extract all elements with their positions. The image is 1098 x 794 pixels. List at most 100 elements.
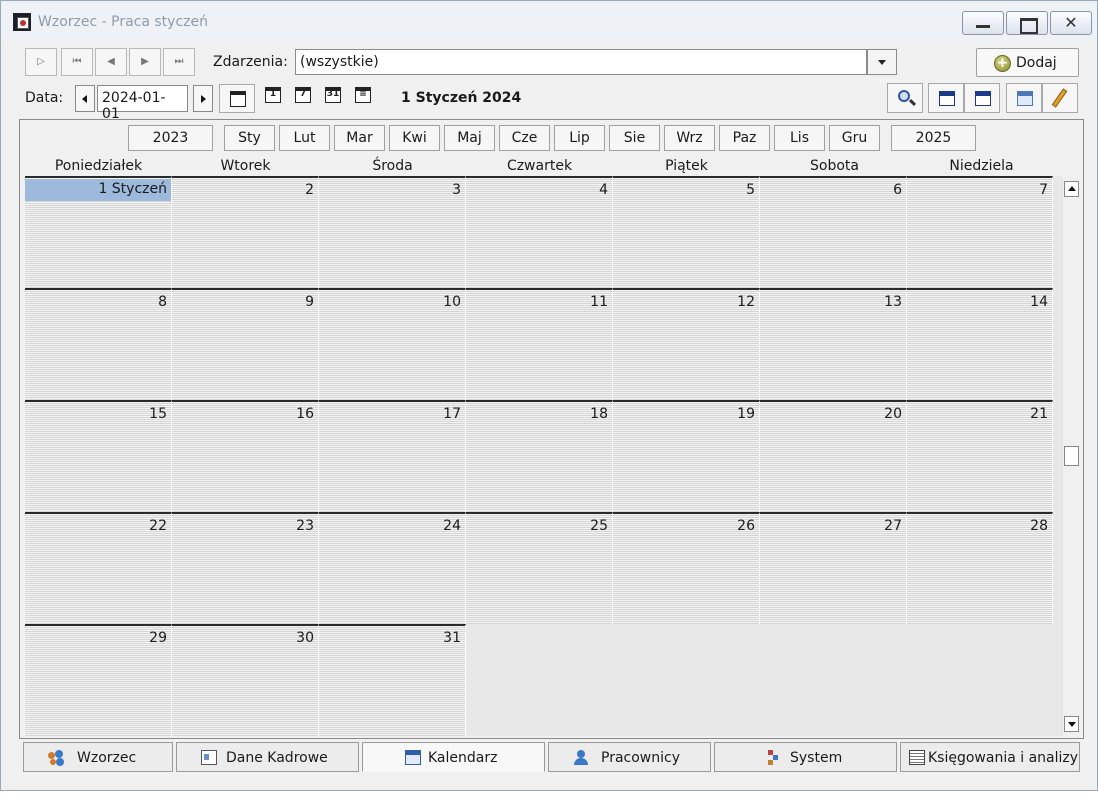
date-picker-button[interactable] [219, 84, 255, 113]
day-number: 15 [149, 406, 167, 422]
close-button[interactable]: ✕ [1050, 11, 1092, 35]
month-button-paz[interactable]: Paz [719, 125, 770, 151]
tab-wzorzec[interactable]: Wzorzec [23, 742, 173, 772]
day-cell[interactable]: 14 [907, 288, 1053, 400]
list-view-icon[interactable]: ≡ [355, 87, 371, 103]
month-button-cze[interactable]: Cze [499, 125, 550, 151]
day-cell[interactable]: 5 [613, 176, 760, 288]
scroll-up-button[interactable] [1064, 181, 1079, 197]
month-button-sty[interactable]: Sty [224, 125, 275, 151]
day-cell[interactable]: 11 [466, 288, 613, 400]
day-number: 23 [296, 518, 314, 534]
day-cell[interactable]: 12 [613, 288, 760, 400]
calendar-dark-button[interactable] [928, 83, 964, 113]
day-number: 28 [1030, 518, 1048, 534]
tab-ksiegowania[interactable]: Księgowania i analizy [900, 742, 1080, 772]
day-cell[interactable]: 31 [319, 624, 466, 736]
app-window: Wzorzec - Praca styczeń ✕ ▷ ⏮ ◀ ▶ ⏭ Zdar… [0, 0, 1098, 791]
day-cell[interactable]: 23 [172, 512, 319, 624]
date-input[interactable]: 2024-01-01 [97, 85, 188, 122]
day-number: 14 [1030, 294, 1048, 310]
tab-label: Kalendarz [428, 750, 498, 766]
scroll-thumb[interactable] [1064, 446, 1079, 466]
day-cell[interactable]: 15 [25, 400, 172, 512]
month-button-lip[interactable]: Lip [554, 125, 605, 151]
month-button-lut[interactable]: Lut [279, 125, 330, 151]
magnifier-icon [898, 90, 910, 102]
day-cell-selected[interactable]: 1 Styczeń [25, 176, 172, 288]
minimize-button[interactable] [962, 11, 1004, 35]
day-cell[interactable]: 4 [466, 176, 613, 288]
day-cell[interactable]: 20 [760, 400, 907, 512]
tab-system[interactable]: System [714, 742, 897, 772]
system-tree-icon [766, 750, 782, 765]
day-number: 20 [884, 406, 902, 422]
calendar-grid-button[interactable] [964, 83, 1000, 113]
day-view-icon[interactable]: 1 [265, 87, 281, 103]
day-cell[interactable]: 10 [319, 288, 466, 400]
day-cell[interactable]: 7 [907, 176, 1053, 288]
month-button-kwi[interactable]: Kwi [389, 125, 440, 151]
next-year-button[interactable]: 2025 [891, 125, 976, 151]
day-cell[interactable]: 2 [172, 176, 319, 288]
day-number: 10 [443, 294, 461, 310]
day-cell[interactable]: 21 [907, 400, 1053, 512]
events-select[interactable]: (wszystkie) [295, 49, 867, 75]
day-number: 3 [452, 182, 461, 198]
app-icon[interactable] [13, 13, 31, 31]
day-cell[interactable]: 13 [760, 288, 907, 400]
week-view-icon[interactable]: 7 [295, 87, 311, 103]
month-button-mar[interactable]: Mar [334, 125, 385, 151]
nav-play-button[interactable]: ▷ [25, 48, 57, 76]
date-next-button[interactable] [193, 85, 213, 112]
calendar-picker-icon [230, 91, 246, 107]
tab-kalendarz[interactable]: Kalendarz [362, 742, 545, 772]
nav-first-button[interactable]: ⏮ [61, 48, 93, 76]
add-button-label: Dodaj [1016, 55, 1057, 71]
day-cell[interactable]: 22 [25, 512, 172, 624]
day-cell[interactable]: 18 [466, 400, 613, 512]
month-button-gru[interactable]: Gru [829, 125, 880, 151]
day-cell[interactable]: 26 [613, 512, 760, 624]
month-button-wrz[interactable]: Wrz [664, 125, 715, 151]
vertical-scrollbar[interactable] [1062, 178, 1079, 736]
calendar-blue-icon [1017, 91, 1033, 106]
weekday-header-sun: Niedziela [949, 158, 1014, 174]
title-bar: Wzorzec - Praca styczeń ✕ [1, 1, 1097, 41]
day-cell[interactable]: 6 [760, 176, 907, 288]
nav-prev-button[interactable]: ◀ [95, 48, 127, 76]
date-prev-button[interactable] [75, 85, 95, 112]
day-cell[interactable]: 27 [760, 512, 907, 624]
day-cell[interactable]: 17 [319, 400, 466, 512]
day-number: 21 [1030, 406, 1048, 422]
day-cell[interactable]: 3 [319, 176, 466, 288]
nav-next-button[interactable]: ▶ [129, 48, 161, 76]
tab-dane-kadrowe[interactable]: Dane Kadrowe [176, 742, 359, 772]
month-view-icon[interactable]: 31 [325, 87, 341, 103]
day-cell[interactable]: 29 [25, 624, 172, 736]
day-cell[interactable]: 25 [466, 512, 613, 624]
day-cell[interactable]: 8 [25, 288, 172, 400]
search-button[interactable] [887, 83, 923, 113]
tab-pracownicy[interactable]: Pracownicy [548, 742, 711, 772]
events-dropdown-button[interactable] [867, 49, 897, 75]
day-cell[interactable]: 9 [172, 288, 319, 400]
weekday-header-tue: Wtorek [220, 158, 271, 174]
tab-label: Dane Kadrowe [226, 750, 328, 766]
calendar-blue-button[interactable] [1006, 83, 1042, 113]
maximize-button[interactable] [1006, 11, 1048, 35]
day-cell[interactable]: 16 [172, 400, 319, 512]
nav-last-button[interactable]: ⏭ [163, 48, 195, 76]
month-button-lis[interactable]: Lis [774, 125, 825, 151]
month-button-maj[interactable]: Maj [444, 125, 495, 151]
day-cell[interactable]: 28 [907, 512, 1053, 624]
day-number: 27 [884, 518, 902, 534]
day-cell[interactable]: 19 [613, 400, 760, 512]
add-button[interactable]: + Dodaj [976, 48, 1079, 77]
day-cell[interactable]: 24 [319, 512, 466, 624]
scroll-down-button[interactable] [1064, 716, 1079, 732]
day-cell[interactable]: 30 [172, 624, 319, 736]
prev-year-button[interactable]: 2023 [128, 125, 213, 151]
month-button-sie[interactable]: Sie [609, 125, 660, 151]
edit-button[interactable] [1042, 83, 1078, 113]
